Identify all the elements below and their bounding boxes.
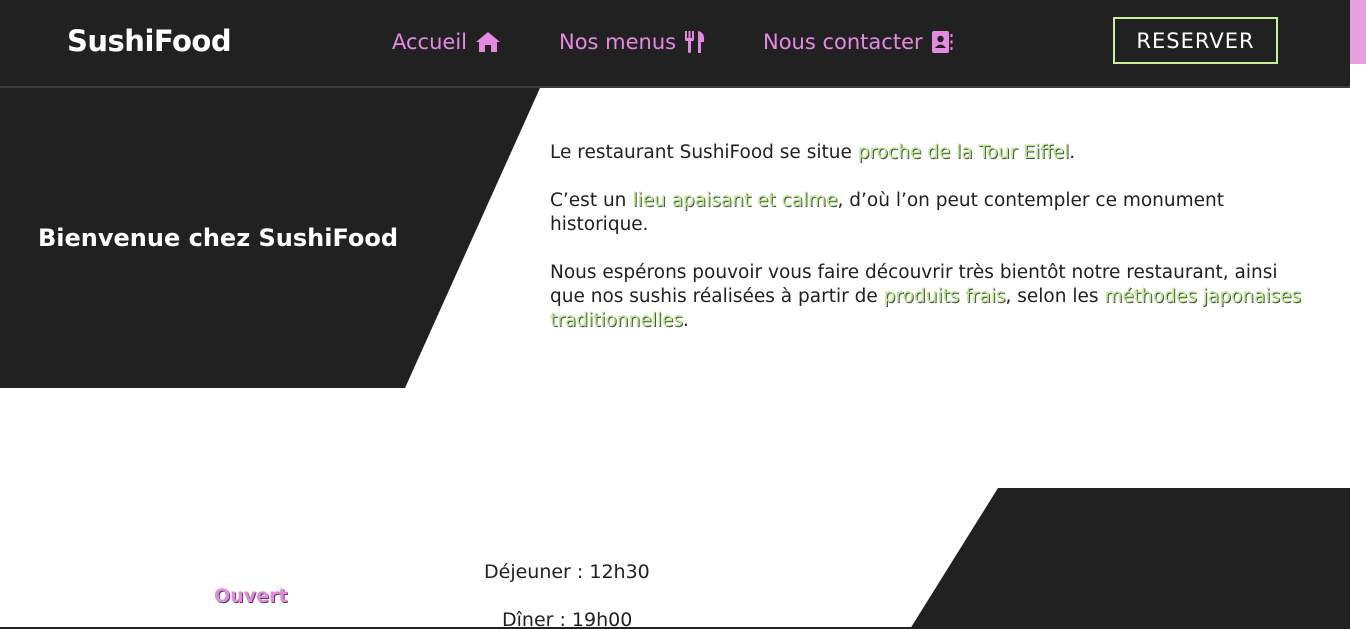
hero-title: Bienvenue chez SushiFood [38, 224, 399, 252]
intro-paragraph-1: Le restaurant SushiFood se situe proche … [550, 141, 1310, 165]
nav-link-menus[interactable]: Nos menus [559, 30, 706, 54]
navbar: SushiFood Accueil Nos menus Nous contact… [0, 0, 1350, 88]
intro-paragraph-2: C’est un lieu apaisant et calme, d’où l’… [550, 189, 1310, 237]
scrollbar[interactable] [1350, 0, 1366, 629]
utensils-icon [684, 30, 706, 54]
highlight-fresh-products: produits frais [883, 286, 1006, 307]
intro-text-2: C’est un [550, 190, 633, 211]
intro-text-3-end: . [682, 310, 689, 331]
intro-text-1: Le restaurant SushiFood se situe [550, 142, 858, 163]
bottom-dark-shape [910, 488, 1350, 629]
page: SushiFood Accueil Nos menus Nous contact… [0, 0, 1366, 629]
nav-link-accueil[interactable]: Accueil [392, 30, 501, 54]
intro-text-3-middle: , selon les [1005, 286, 1105, 307]
reserve-button[interactable]: RESERVER [1113, 17, 1278, 64]
nav-link-contact[interactable]: Nous contacter [763, 30, 953, 54]
intro-paragraph-3: Nous espérons pouvoir vous faire découvr… [550, 261, 1310, 333]
dinner-hours: Dîner : 19h00 [502, 609, 633, 629]
home-icon [475, 31, 501, 53]
nav-link-label: Nous contacter [763, 30, 923, 54]
brand-logo[interactable]: SushiFood [67, 24, 232, 58]
address-book-icon [931, 30, 953, 54]
nav-link-label: Accueil [392, 30, 467, 54]
intro-text: Le restaurant SushiFood se situe proche … [550, 141, 1310, 357]
open-status: Ouvert [214, 585, 288, 607]
scrollbar-thumb[interactable] [1350, 0, 1366, 64]
lunch-hours: Déjeuner : 12h30 [484, 561, 650, 583]
intro-text-1-end: . [1069, 142, 1076, 163]
nav-link-label: Nos menus [559, 30, 677, 54]
highlight-location: proche de la Tour Eiffel [857, 142, 1070, 163]
highlight-atmosphere: lieu apaisant et calme [632, 190, 838, 211]
